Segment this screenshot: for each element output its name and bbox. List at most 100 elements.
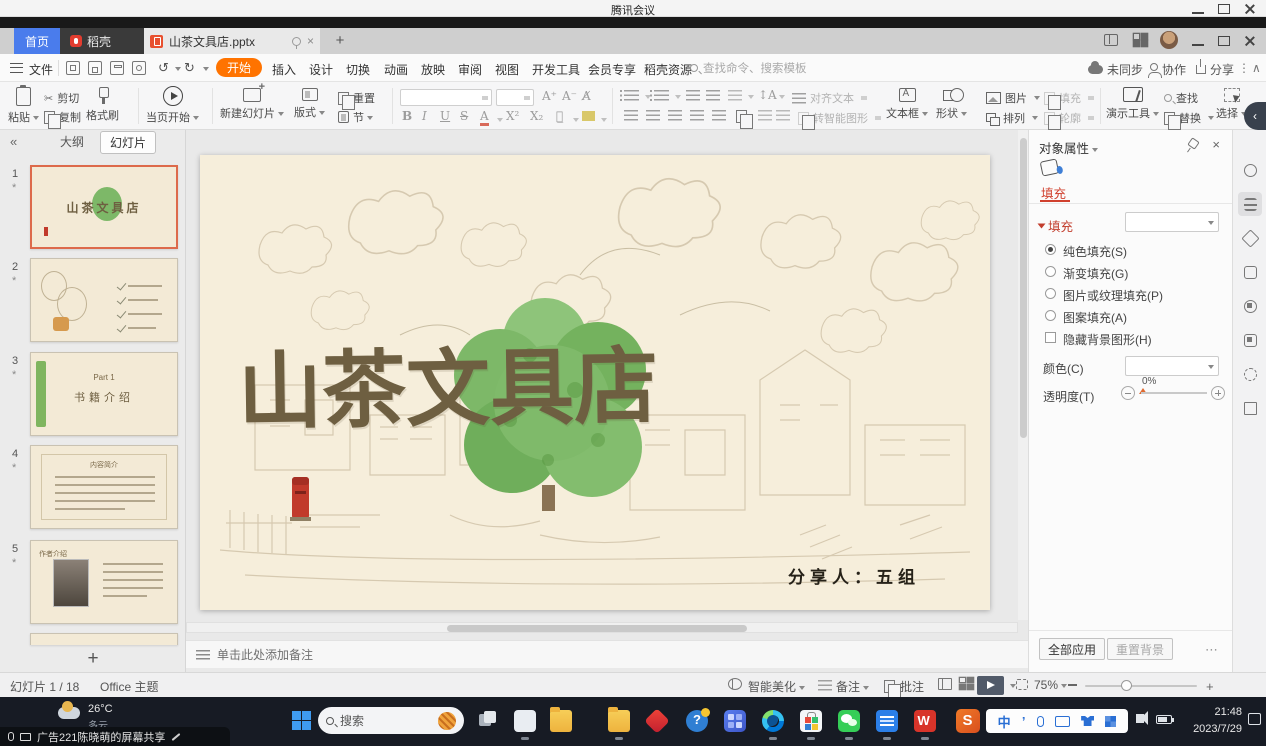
zoom-slider-thumb[interactable]	[1121, 680, 1132, 691]
play-from-current-button[interactable]: 当页开始	[146, 86, 199, 125]
char-spacing-icon[interactable]	[728, 90, 742, 101]
zoom-level[interactable]: 75%	[1034, 678, 1067, 692]
transparency-minus-icon[interactable]	[1121, 386, 1135, 400]
apply-all-button[interactable]: 全部应用	[1039, 638, 1105, 660]
tab-slides[interactable]: 幻灯片	[100, 131, 156, 154]
align-left-icon[interactable]	[624, 110, 638, 121]
distribute-icon[interactable]	[712, 110, 726, 121]
microsoft-store-icon[interactable]	[800, 710, 822, 732]
wechat-icon[interactable]	[838, 710, 860, 732]
decrease-indent-icon[interactable]	[686, 90, 700, 101]
highlight-icon[interactable]	[582, 111, 595, 121]
ime-mic-icon[interactable]	[1037, 716, 1044, 727]
redo-icon[interactable]: ↻	[184, 60, 195, 76]
menu-member[interactable]: 会员专享	[588, 61, 636, 78]
layout-button[interactable]: 版式	[294, 88, 325, 120]
notes-bar[interactable]: 单击此处添加备注	[186, 640, 1028, 668]
to-smartart-button[interactable]: 转智能图形	[798, 110, 881, 126]
radio-picture-fill[interactable]	[1045, 288, 1056, 299]
slide-thumbnail-4[interactable]: 内容简介	[30, 445, 178, 529]
meeting-minimize-icon[interactable]	[1192, 4, 1204, 14]
red-diamond-app-icon[interactable]	[644, 708, 669, 733]
screen-share-banner[interactable]: 广告221陈晓萌的屏幕共享	[0, 727, 230, 746]
decrease-font-icon[interactable]: A⁻	[562, 89, 577, 103]
slide-title-text[interactable]: 山茶文具店	[237, 340, 952, 434]
comments-toggle[interactable]: 批注	[900, 678, 924, 695]
font-family-select[interactable]	[400, 89, 492, 106]
ime-punctuation[interactable]: ’	[1022, 714, 1026, 729]
paste-button[interactable]: 粘贴	[8, 87, 39, 125]
align-right-icon[interactable]	[668, 110, 682, 121]
clear-format-icon[interactable]: A̸	[582, 89, 591, 103]
ime-toolbar[interactable]: 中 ’	[986, 709, 1128, 733]
sync-status[interactable]: 未同步	[1088, 61, 1143, 78]
menu-insert[interactable]: 插入	[272, 61, 296, 78]
bullet-list-icon[interactable]	[624, 90, 639, 101]
notification-center-icon[interactable]	[1248, 713, 1261, 725]
zoom-out-icon[interactable]	[1068, 684, 1077, 686]
menu-animation[interactable]: 动画	[384, 61, 408, 78]
taskbar-search[interactable]: 搜索	[318, 707, 464, 734]
radio-gradient-fill[interactable]	[1045, 266, 1056, 277]
subscript-button[interactable]: X₂	[530, 109, 543, 123]
effects-pane-icon[interactable]	[1238, 158, 1262, 182]
theme-name[interactable]: Office 主题	[100, 678, 158, 695]
preview-icon[interactable]	[132, 61, 146, 75]
fit-window-icon[interactable]	[1016, 679, 1028, 690]
menu-transition[interactable]: 切换	[346, 61, 370, 78]
vertical-scrollbar-thumb[interactable]	[1020, 138, 1027, 438]
start-button[interactable]	[292, 711, 311, 730]
tab-home[interactable]: 首页	[14, 28, 60, 54]
animation-pane-icon[interactable]	[1238, 226, 1262, 250]
bold-button[interactable]: B	[402, 109, 412, 123]
add-slide-button[interactable]: +	[0, 648, 186, 670]
vertical-scrollbar[interactable]	[1018, 130, 1028, 620]
sogou-input-icon[interactable]	[956, 709, 980, 733]
folder-window-icon[interactable]	[608, 710, 630, 732]
more-menu-icon[interactable]: ⋮	[1238, 61, 1250, 75]
user-avatar[interactable]	[1160, 31, 1178, 49]
font-color-button[interactable]: A	[480, 109, 489, 126]
textbox-button[interactable]: 文本框	[886, 88, 928, 121]
split-view-icon[interactable]	[1104, 34, 1118, 46]
menu-devtools[interactable]: 开发工具	[532, 61, 580, 78]
weather-icon[interactable]	[58, 707, 80, 719]
clock[interactable]: 21:48 2023/7/29	[1180, 704, 1242, 738]
task-view-icon[interactable]	[477, 710, 499, 732]
widgets-app-icon[interactable]	[724, 710, 746, 732]
workspace-grid-icon[interactable]	[1134, 34, 1148, 46]
outline-button[interactable]: 轮廓	[1044, 110, 1094, 126]
present-tools-button[interactable]: 演示工具	[1106, 87, 1159, 121]
fill-button[interactable]: 填充	[1044, 90, 1094, 106]
command-search[interactable]: 查找命令、搜索模板	[690, 60, 870, 76]
object-properties-icon[interactable]	[1238, 192, 1262, 216]
picture-button[interactable]: 图片	[986, 90, 1040, 106]
materials-pane-icon[interactable]	[1238, 396, 1262, 420]
notes-toggle[interactable]: 备注	[836, 678, 869, 695]
section-button[interactable]: 节	[338, 109, 373, 125]
wps-close-icon[interactable]	[1244, 36, 1256, 46]
edge-browser-icon[interactable]	[762, 710, 784, 732]
radio-pattern-fill[interactable]	[1045, 310, 1056, 321]
hide-background-checkbox[interactable]	[1045, 332, 1056, 343]
menu-review[interactable]: 审阅	[458, 61, 482, 78]
format-painter-button[interactable]: 格式刷	[86, 87, 119, 123]
wps-maximize-icon[interactable]	[1218, 36, 1230, 46]
battery-icon[interactable]	[1156, 715, 1172, 724]
volume-icon[interactable]	[1136, 714, 1144, 723]
align-center-icon[interactable]	[646, 110, 660, 121]
ime-mode-chinese[interactable]: 中	[998, 712, 1011, 731]
panel-more-icon[interactable]: ⋯	[1205, 642, 1218, 658]
undo-icon[interactable]: ↺	[158, 60, 169, 76]
zoom-slider[interactable]	[1085, 685, 1197, 688]
meeting-close-icon[interactable]	[1244, 4, 1256, 14]
menu-start-active[interactable]: 开始	[216, 58, 262, 77]
line-spacing-icon[interactable]: ↕A	[758, 88, 777, 102]
hide-background-label[interactable]: 隐藏背景图形(H)	[1063, 331, 1152, 348]
slide-thumbnail-5[interactable]: 作者介绍	[30, 540, 178, 624]
reset-button[interactable]: 重置	[338, 90, 375, 106]
radio-solid-fill[interactable]	[1045, 244, 1056, 255]
resources-pane-icon[interactable]	[1238, 328, 1262, 352]
collapse-panel-button[interactable]: «‹	[1244, 102, 1266, 130]
new-slide-button[interactable]: 新建幻灯片	[220, 88, 284, 121]
